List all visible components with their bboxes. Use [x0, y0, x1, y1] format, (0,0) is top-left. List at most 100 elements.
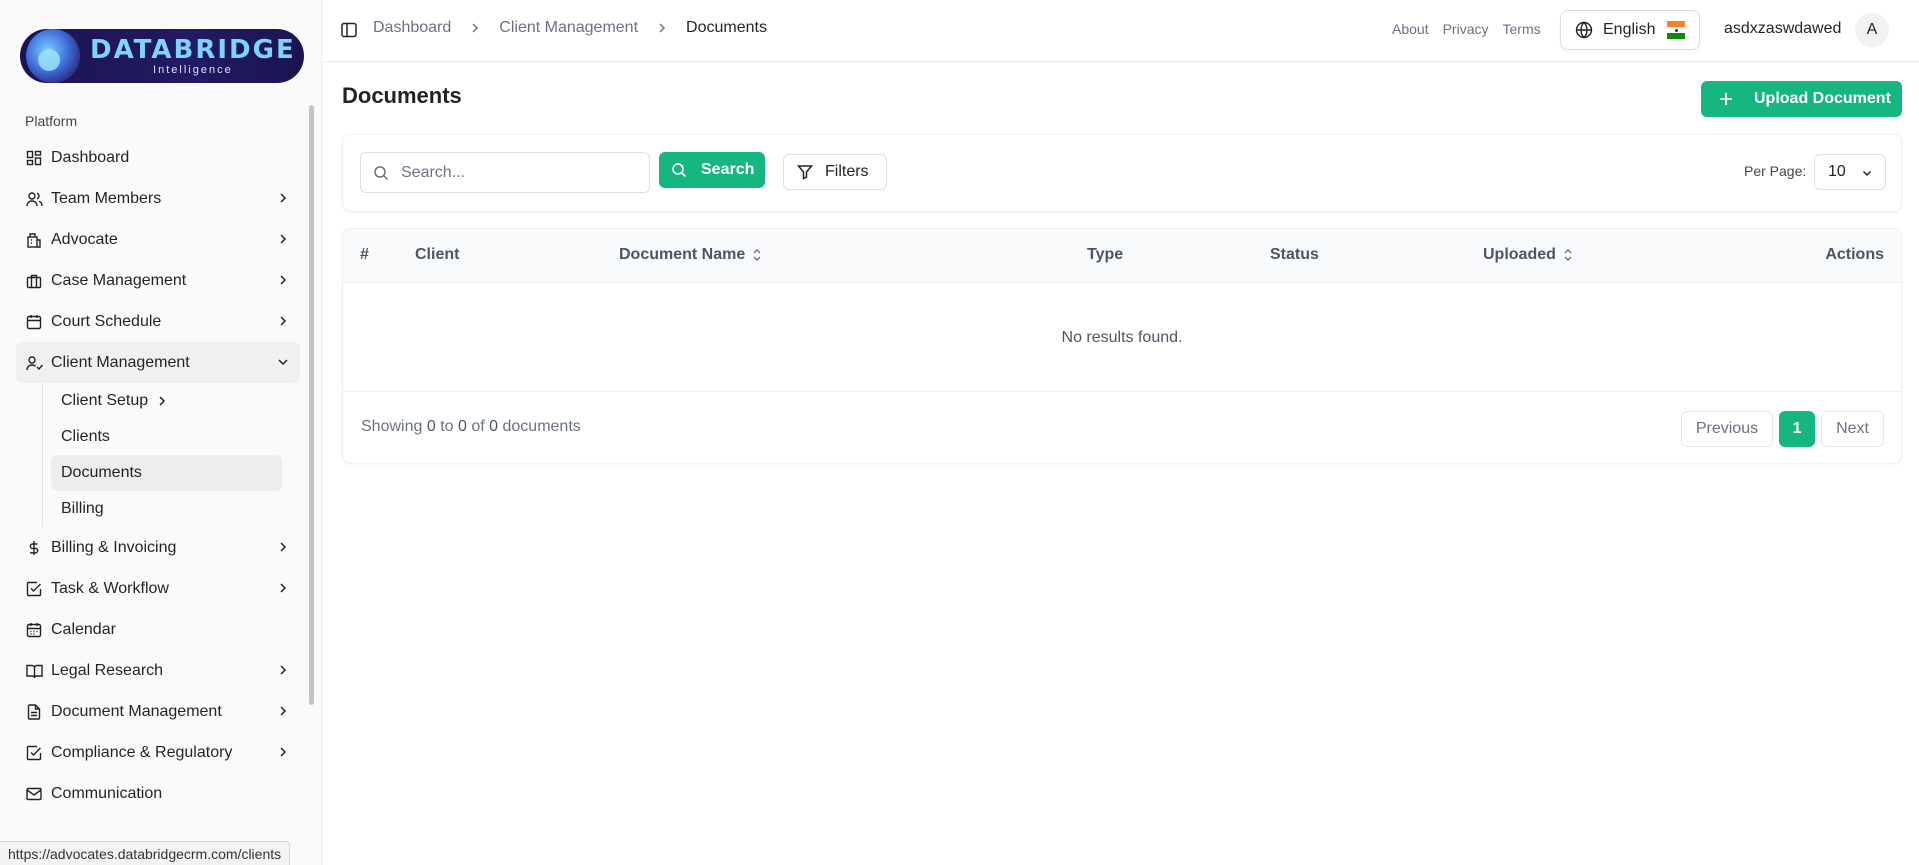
chevron-right-icon [472, 23, 479, 33]
next-page-button[interactable]: Next [1821, 411, 1884, 447]
dashboard-icon [25, 149, 43, 167]
column-header-actions: Actions [1825, 246, 1884, 264]
upload-document-button[interactable]: Upload Document [1701, 81, 1902, 117]
column-label: # [360, 246, 369, 263]
sidebar-item-advocate[interactable]: Advocate [16, 219, 300, 260]
sidebar-item-calendar[interactable]: Calendar [16, 609, 300, 650]
brand-logo-mark [26, 29, 80, 83]
check-square-icon [25, 580, 43, 598]
search-button[interactable]: Search [659, 152, 765, 188]
sidebar-item-team-members[interactable]: Team Members [16, 178, 300, 219]
sidebar-item-label: Client Management [51, 353, 190, 371]
users-icon [25, 190, 43, 208]
book-icon [25, 662, 43, 680]
sidebar-item-task-workflow[interactable]: Task & Workflow [16, 568, 300, 609]
terms-link[interactable]: Terms [1503, 21, 1541, 37]
column-label: Type [1087, 246, 1124, 263]
table-header: # Client Document Name Type Status Uploa… [343, 229, 1901, 283]
language-selector[interactable]: English [1560, 10, 1700, 50]
chevron-down-icon [278, 359, 288, 366]
sidebar-item-label: Advocate [51, 230, 118, 248]
client-management-submenu: Client Setup Clients Documents Billing [42, 383, 282, 527]
sidebar-subitem-client-setup[interactable]: Client Setup [51, 383, 282, 419]
sidebar-item-document-management[interactable]: Document Management [16, 691, 300, 732]
sidebar-item-legal-research[interactable]: Legal Research [16, 650, 300, 691]
search-icon [374, 165, 389, 180]
check-square-icon [25, 744, 43, 762]
sidebar-subitem-label: Documents [61, 464, 142, 481]
per-page-label: Per Page: [1744, 163, 1807, 179]
summary-total: 0 [489, 418, 499, 435]
sidebar-item-label: Dashboard [51, 148, 130, 166]
filters-button[interactable]: Filters [783, 154, 887, 190]
chevron-right-icon [159, 396, 166, 406]
sidebar-toggle-icon[interactable] [340, 21, 358, 39]
breadcrumb-client-management[interactable]: Client Management [499, 19, 638, 37]
sidebar-subitem-billing[interactable]: Billing [51, 491, 282, 527]
avatar[interactable]: A [1855, 13, 1889, 47]
sidebar-scrollbar[interactable] [309, 105, 314, 705]
brand-logo[interactable]: DATABRIDGE Intelligence [20, 29, 304, 83]
dollar-icon [25, 539, 43, 557]
chevron-right-icon [280, 706, 287, 716]
summary-to: 0 [457, 418, 467, 435]
brand-tagline: Intelligence [153, 63, 233, 76]
page-1-button[interactable]: 1 [1779, 411, 1816, 447]
sidebar-subitem-label: Billing [61, 500, 104, 517]
summary-from: 0 [426, 418, 436, 435]
chevron-right-icon [280, 542, 287, 552]
column-label: Actions [1825, 246, 1884, 263]
sidebar-item-court-schedule[interactable]: Court Schedule [16, 301, 300, 342]
building-icon [25, 231, 43, 249]
brand-name: DATABRIDGE [90, 34, 296, 65]
privacy-link[interactable]: Privacy [1443, 21, 1489, 37]
sidebar-subitem-clients[interactable]: Clients [51, 419, 282, 455]
sidebar-item-communication[interactable]: Communication [16, 773, 300, 814]
column-header-status: Status [1270, 246, 1319, 264]
sidebar-item-dashboard[interactable]: Dashboard [16, 137, 300, 178]
summary-of-word: of [471, 418, 485, 435]
sidebar-item-case-management[interactable]: Case Management [16, 260, 300, 301]
sidebar-item-label: Communication [51, 784, 163, 802]
user-check-icon [25, 354, 43, 372]
sidebar-section-label: Platform [25, 113, 78, 129]
calendar-icon [25, 313, 43, 331]
summary-suffix: documents [502, 418, 581, 435]
filter-bar: Search Filters Per Page: 10 [342, 134, 1902, 212]
results-summary: Showing 0 to 0 of 0 documents [361, 418, 581, 436]
chevron-right-icon [280, 665, 287, 675]
search-field[interactable] [360, 152, 650, 193]
sidebar-subitem-documents[interactable]: Documents [51, 455, 282, 491]
chevron-right-icon [280, 583, 287, 593]
column-header-uploaded[interactable]: Uploaded [1483, 246, 1574, 264]
user-name[interactable]: asdxzaswdawed [1724, 20, 1841, 38]
briefcase-icon [25, 272, 43, 290]
per-page-select[interactable]: 10 [1814, 154, 1886, 190]
column-header-document-name[interactable]: Document Name [619, 246, 763, 264]
sidebar-item-label: Billing & Invoicing [51, 538, 177, 556]
column-label: Client [415, 246, 460, 263]
sidebar-item-compliance-regulatory[interactable]: Compliance & Regulatory [16, 732, 300, 773]
column-header-type: Type [1087, 246, 1123, 264]
chevron-right-icon [280, 234, 287, 244]
sidebar-item-label: Case Management [51, 271, 187, 289]
about-link[interactable]: About [1392, 21, 1429, 37]
sidebar-item-label: Task & Workflow [51, 579, 169, 597]
file-icon [25, 703, 43, 721]
chevron-right-icon [659, 23, 666, 33]
previous-page-button[interactable]: Previous [1680, 411, 1774, 447]
chevron-right-icon [280, 316, 287, 326]
upload-document-label: Upload Document [1754, 90, 1891, 107]
sidebar-item-client-management[interactable]: Client Management [16, 342, 300, 383]
mail-icon [25, 785, 43, 803]
page-title: Documents [342, 83, 462, 108]
search-icon [672, 163, 687, 178]
sidebar-item-billing-invoicing[interactable]: Billing & Invoicing [16, 527, 300, 568]
sidebar-item-label: Court Schedule [51, 312, 162, 330]
breadcrumb-dashboard[interactable]: Dashboard [373, 19, 451, 37]
filter-icon [797, 165, 813, 180]
pagination: Previous 1 Next [1680, 411, 1884, 447]
search-input[interactable] [401, 163, 631, 182]
header-links: About Privacy Terms [1392, 21, 1541, 37]
sort-icon [1564, 249, 1572, 261]
